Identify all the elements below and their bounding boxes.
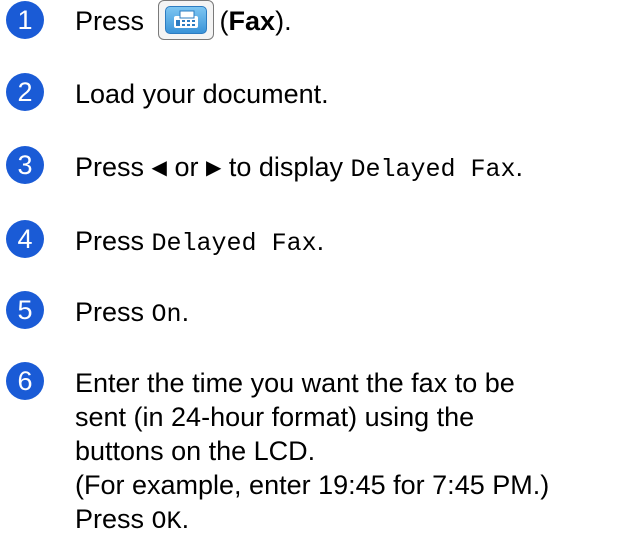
press-word: Press (75, 6, 145, 36)
step-number: 4 (6, 220, 44, 258)
press-word: Press (75, 226, 145, 256)
period: . (181, 504, 190, 534)
option-on: On (151, 300, 182, 329)
step-number: 1 (6, 1, 44, 39)
fax-button[interactable] (157, 0, 214, 40)
step-text-line: (For example, enter 19:45 for 7:45 PM.) (75, 470, 550, 500)
right-arrow-icon: ▶ (205, 157, 222, 179)
press-word: Press (75, 504, 145, 534)
step-text: Press ◀ or ▶ to display Delayed Fax. (75, 150, 523, 187)
period: . (181, 297, 190, 327)
step-text-line: Enter the time you want the fax to be (75, 368, 515, 398)
press-word: Press (75, 152, 145, 182)
option-delayed-fax: Delayed Fax (151, 229, 317, 258)
option-delayed-fax: Delayed Fax (350, 155, 516, 184)
step-number: 2 (6, 73, 44, 111)
step-number: 6 (6, 362, 44, 400)
press-word: Press (75, 297, 145, 327)
step-text-line: Press OK. (75, 502, 189, 539)
step-text: Press (Fax). (75, 0, 292, 40)
or-word: or (174, 152, 199, 182)
step-text-line: buttons on the LCD. (75, 436, 316, 466)
step-text: Press Delayed Fax. (75, 224, 324, 261)
step-number: 3 (6, 146, 44, 184)
step-number: 5 (6, 291, 44, 329)
paren-open: ( (219, 6, 229, 36)
step-text: Press On. (75, 295, 189, 332)
period: . (515, 152, 524, 182)
to-display-text: to display (228, 152, 343, 182)
fax-icon (173, 10, 198, 28)
period: . (316, 226, 325, 256)
step-text: Load your document. (75, 79, 329, 109)
left-arrow-icon: ◀ (151, 157, 167, 179)
option-ok: OK (151, 507, 182, 536)
fax-label: Fax (228, 6, 276, 36)
paren-close: ). (275, 6, 292, 36)
step-text-line: sent (in 24-hour format) using the (75, 402, 475, 432)
